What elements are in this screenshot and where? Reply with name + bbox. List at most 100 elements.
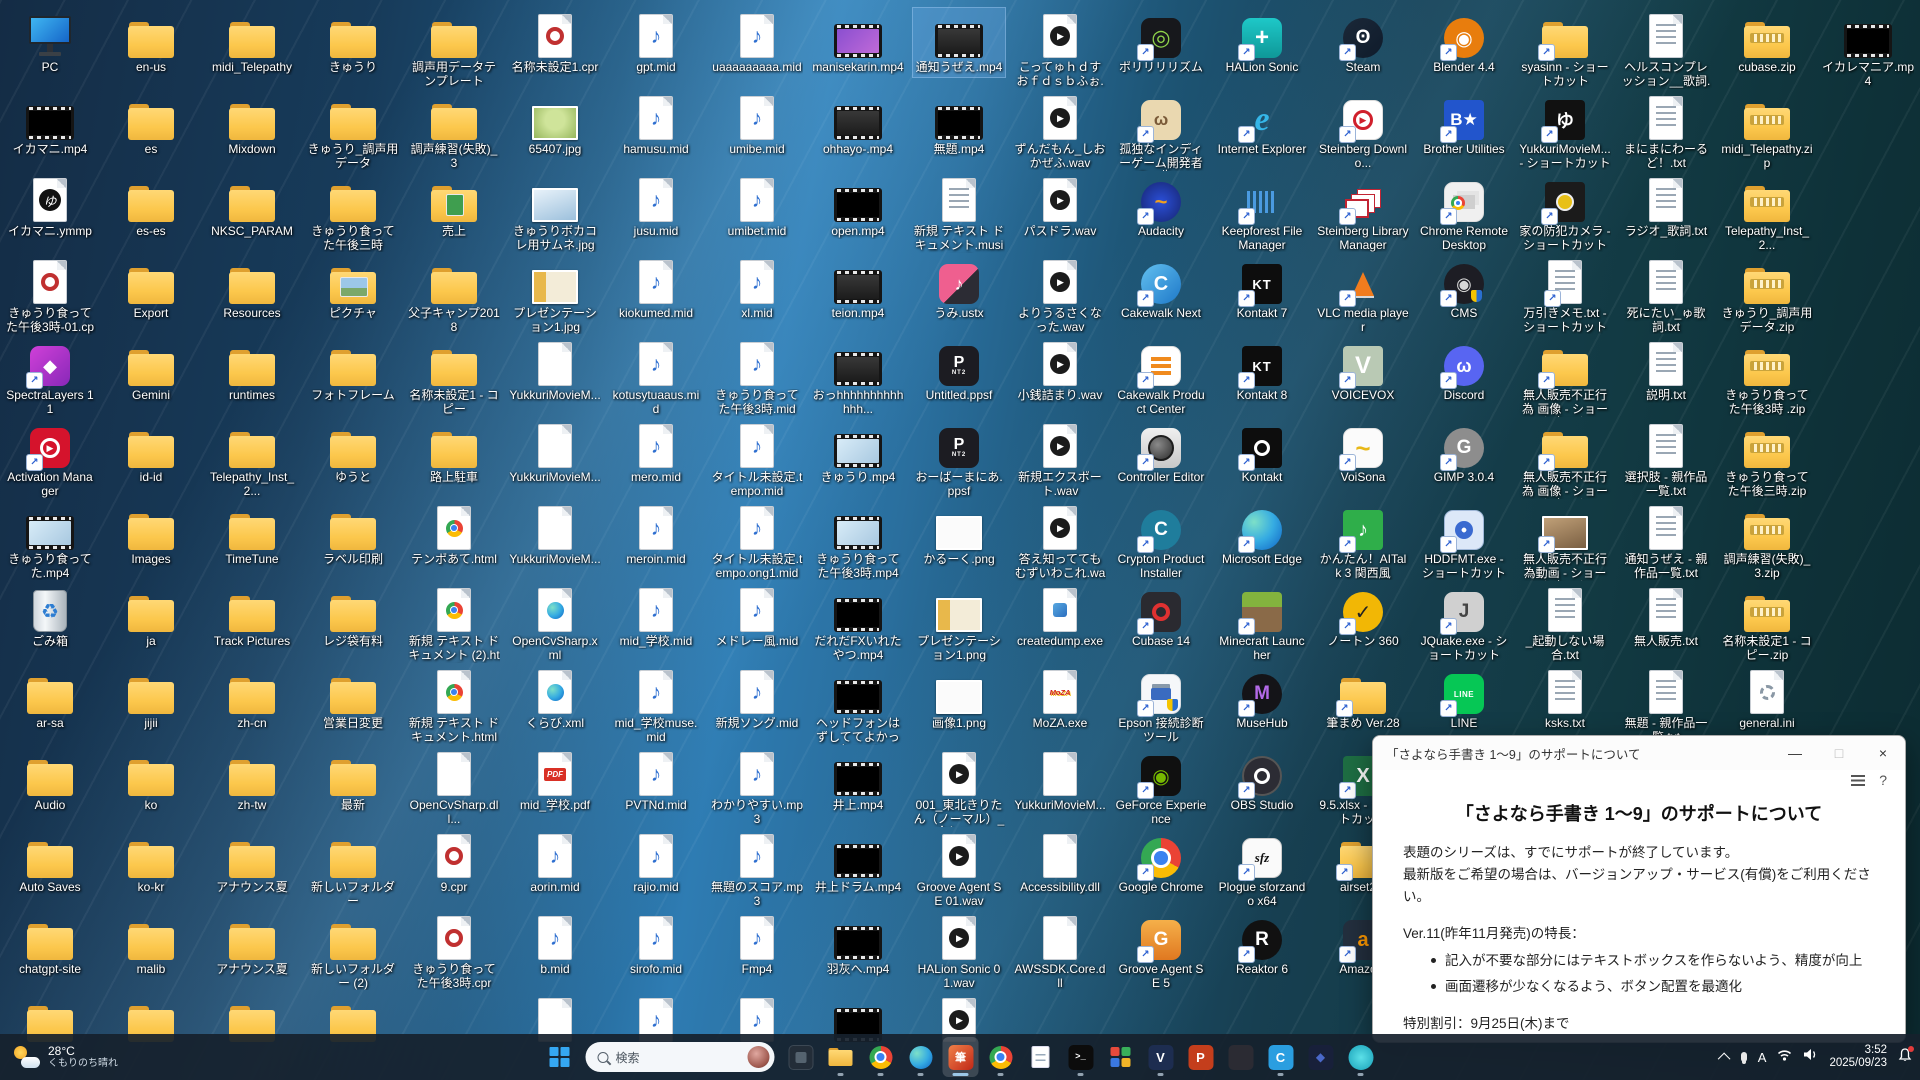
desktop-icon[interactable]: 羽灰へ.mp4 (812, 910, 904, 979)
desktop-icon[interactable]: ♪sirofo.mid (610, 910, 702, 979)
desktop-icon[interactable]: YukkuriMovieM... (509, 336, 601, 405)
desktop-icon[interactable]: id-id (105, 418, 197, 487)
desktop-icon[interactable]: ラジオ_歌詞.txt (1620, 172, 1712, 241)
desktop-icon[interactable]: イカマニ.mp4 (4, 90, 96, 159)
desktop-icon[interactable]: ↗無人販売不正行為 画像 - ショートカット (1519, 418, 1611, 501)
desktop-icon[interactable]: +↗HALion Sonic (1216, 8, 1308, 77)
desktop-icon[interactable]: Telepathy_Inst_2... (1721, 172, 1813, 254)
desktop-icon[interactable]: ▶ずんだもん_しおかぜふ.wav (1014, 90, 1106, 172)
desktop-icon[interactable]: ♪gpt.mid (610, 8, 702, 77)
desktop-icon[interactable]: ◉↗CMS (1418, 254, 1510, 323)
desktop-icon[interactable]: きゅうり食ってた午後3時 .zip (1721, 336, 1813, 418)
taskbar-app-terminal[interactable]: >_ (1063, 1037, 1099, 1077)
desktop-icon[interactable]: ▶パスドラ.wav (1014, 172, 1106, 241)
desktop-icon[interactable]: 父子キャンプ2018 (408, 254, 500, 336)
taskbar-app-pinned-app-dark[interactable] (783, 1037, 819, 1077)
taskbar-app-presentation-app[interactable]: P (1183, 1037, 1219, 1077)
desktop-icon[interactable]: 9.cpr (408, 828, 500, 897)
desktop-icon[interactable]: malib (105, 910, 197, 979)
desktop-icon[interactable]: ↗筆まめ Ver.28 (1317, 664, 1409, 733)
desktop-icon[interactable]: chatgpt-site (4, 910, 96, 979)
desktop-icon[interactable]: es (105, 90, 197, 159)
desktop-icon[interactable]: 名称未設定1 - コピー.zip (1721, 582, 1813, 664)
desktop-icon[interactable]: ↗Controller Editor (1115, 418, 1207, 487)
desktop-icon[interactable]: ▶小銭詰まり.wav (1014, 336, 1106, 405)
desktop-icon[interactable]: KT↗Kontakt 8 (1216, 336, 1308, 405)
desktop-icon[interactable]: ♪b.mid (509, 910, 601, 979)
desktop-icon[interactable]: きゅうり食ってた午後三時.zip (1721, 418, 1813, 500)
desktop-icon[interactable]: ʘ↗Steam (1317, 8, 1409, 77)
desktop-icon[interactable]: 新しいフォルダー (307, 828, 399, 910)
desktop-icon[interactable]: midi_Telepathy.zip (1721, 90, 1813, 172)
desktop-icon[interactable]: PC (4, 8, 96, 77)
desktop-icon[interactable]: ▶新規エクスポート.wav (1014, 418, 1106, 500)
ime-mode[interactable]: A (1758, 1050, 1767, 1065)
clock[interactable]: 3:52 2025/09/23 (1829, 1044, 1887, 1071)
desktop-icon[interactable]: ↗万引きメモ.txt - ショートカット (1519, 254, 1611, 336)
desktop-icon[interactable]: ♪↗かんたん！AITalk 3 関西風 (1317, 500, 1409, 582)
desktop-icon[interactable]: 最新 (307, 746, 399, 815)
desktop-icon[interactable]: ♪タイトル未設定.tempo.ong1.mid (711, 500, 803, 582)
desktop-icon[interactable]: ↗無人販売不正行為動画 - ショートカット (1519, 500, 1611, 583)
desktop-icon[interactable]: 画像1.png (913, 664, 1005, 733)
desktop-icon[interactable]: PNT2Untitled.ppsf (913, 336, 1005, 405)
taskbar-app-file-explorer[interactable] (823, 1037, 859, 1077)
desktop-icon[interactable]: C↗Cakewalk Next (1115, 254, 1207, 323)
desktop-icon[interactable]: Telepathy_Inst_2... (206, 418, 298, 500)
desktop-icon[interactable]: cubase.zip (1721, 8, 1813, 77)
desktop-icon[interactable]: ↗Epson 接続診断ツール (1115, 664, 1207, 746)
wifi-icon[interactable] (1777, 1048, 1792, 1066)
desktop-icon[interactable]: sfz↗Plogue sforzando x64 (1216, 828, 1308, 910)
desktop-icon[interactable]: アナウンス夏 (206, 828, 298, 897)
desktop-icon[interactable]: ↗syasinn - ショートカット (1519, 8, 1611, 90)
desktop-icon[interactable]: プレゼンテーション1.png (913, 582, 1005, 664)
desktop-icon[interactable]: ♪rajio.mid (610, 828, 702, 897)
start-button[interactable] (542, 1037, 578, 1077)
desktop-icon[interactable]: ゆうと (307, 418, 399, 487)
desktop-icon[interactable]: ▶Groove Agent SE 01.wav (913, 828, 1005, 910)
taskbar-app-fude-support-app[interactable]: 筆 (943, 1037, 979, 1077)
desktop-icon[interactable]: PDFmid_学校.pdf (509, 746, 601, 815)
desktop-icon[interactable]: ◉↗GeForce Experience (1115, 746, 1207, 828)
desktop-icon[interactable]: きゅうり食ってた午後3時.mp4 (812, 500, 904, 582)
desktop-icon[interactable]: ↗Steinberg Library Manager (1317, 172, 1409, 254)
taskbar-app-microsoft-edge[interactable] (903, 1037, 939, 1077)
desktop-icon[interactable]: 通知うぜえ - 親作品一覧.txt (1620, 500, 1712, 582)
taskbar-app-pinned-app-3[interactable]: ◆ (1303, 1037, 1339, 1077)
help-icon[interactable]: ? (1879, 772, 1887, 788)
desktop-icon[interactable]: runtimes (206, 336, 298, 405)
dialog-titlebar[interactable]: 「さよなら手書き 1～9」のサポートについて — □ × (1373, 736, 1905, 770)
desktop-icon[interactable]: ↗VLC media player (1317, 254, 1409, 336)
desktop-icon[interactable]: ohhayo-.mp4 (812, 90, 904, 159)
desktop-icon[interactable]: ♪新規ソング.mid (711, 664, 803, 733)
desktop-icon[interactable]: ko (105, 746, 197, 815)
taskbar-app-pinned-app-2[interactable] (1223, 1037, 1259, 1077)
desktop-icon[interactable]: 井上.mp4 (812, 746, 904, 815)
desktop-icon[interactable]: OpenCvSharp.xml (509, 582, 601, 664)
desktop-icon[interactable]: 新規 テキスト ドキュメント.html (408, 664, 500, 746)
desktop-icon[interactable]: createdump.exe (1014, 582, 1106, 651)
desktop-icon[interactable]: open.mp4 (812, 172, 904, 241)
desktop-icon[interactable]: Images (105, 500, 197, 569)
desktop-icon[interactable]: ♪メドレー風.mid (711, 582, 803, 651)
desktop-icon[interactable]: ♪jusu.mid (610, 172, 702, 241)
desktop-icon[interactable]: 売上 (408, 172, 500, 241)
desktop-icon[interactable]: ↗Kontakt (1216, 418, 1308, 487)
desktop-icon[interactable]: ♪無題のスコア.mp3 (711, 828, 803, 910)
desktop-icon[interactable]: ♪うみ.ustx (913, 254, 1005, 323)
desktop-icon[interactable]: きゅうり食ってた午後3時-01.cpr (4, 254, 96, 337)
desktop-icon[interactable]: ▶↗Steinberg Downlo... (1317, 90, 1409, 172)
desktop-icon[interactable]: 路上駐車 (408, 418, 500, 487)
desktop-icon[interactable]: en-us (105, 8, 197, 77)
volume-icon[interactable] (1803, 1048, 1818, 1066)
desktop-icon[interactable]: e↗Internet Explorer (1216, 90, 1308, 159)
desktop-icon[interactable]: ♪kiokumed.mid (610, 254, 702, 323)
desktop-icon[interactable]: ↗無人販売不正行為 画像 - ショートカット (1519, 336, 1611, 419)
desktop-icon[interactable]: レジ袋有料 (307, 582, 399, 651)
weather-widget[interactable]: 28°C くもりのち晴れ (4, 1034, 128, 1080)
desktop-icon[interactable]: zh-tw (206, 746, 298, 815)
desktop-icon[interactable]: ♪mid_学校muse.mid (610, 664, 702, 746)
desktop-icon[interactable]: PNT2おーばーまにあ.ppsf (913, 418, 1005, 500)
desktop-icon[interactable]: G↗GIMP 3.0.4 (1418, 418, 1510, 487)
desktop-icon[interactable]: ar-sa (4, 664, 96, 733)
